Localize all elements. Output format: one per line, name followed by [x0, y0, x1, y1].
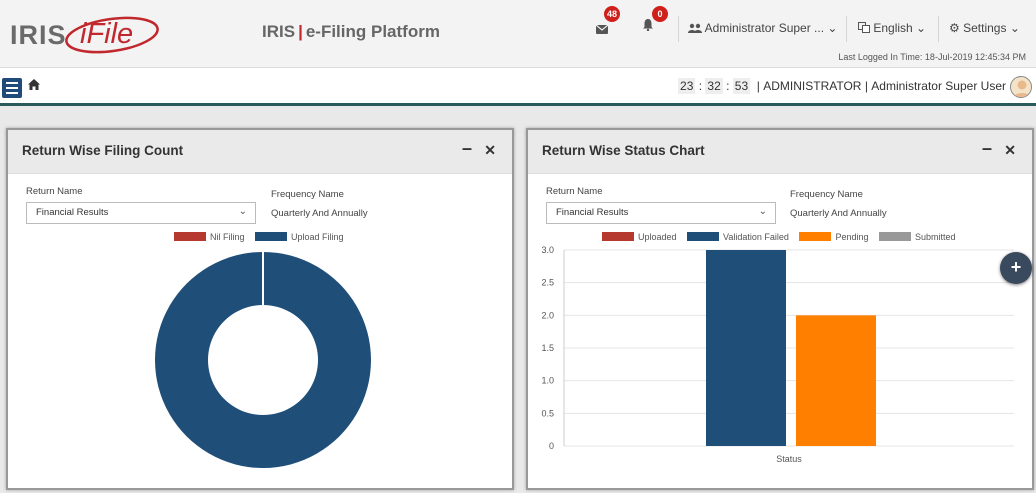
platform-iris: IRIS — [262, 22, 296, 41]
return-name-select[interactable]: Financial Results ⌄ — [26, 202, 256, 224]
frequency-name-label: Frequency Name — [271, 189, 344, 200]
settings-menu[interactable]: ⚙ Settings ⌄ — [949, 21, 1020, 35]
y-tick-label: 1.5 — [541, 343, 554, 353]
return-name-select[interactable]: Financial Results ⌄ — [546, 202, 776, 224]
top-bar: IRIS iFile IRIS | e-Filing Platform 48 0 A… — [0, 0, 1036, 68]
y-tick-label: 0.5 — [541, 408, 554, 418]
y-tick-label: 2.5 — [541, 278, 554, 288]
panel-title: Return Wise Status Chart — [542, 143, 705, 158]
chevron-down-icon: ⌄ — [827, 21, 838, 35]
language-label: English — [873, 21, 913, 35]
language-icon — [858, 22, 870, 36]
frequency-name-label: Frequency Name — [790, 189, 863, 200]
return-name-value: Financial Results — [556, 207, 629, 218]
platform-separator: | — [298, 22, 303, 41]
language-menu[interactable]: English ⌄ — [858, 21, 926, 36]
platform-title: IRIS | e-Filing Platform — [262, 22, 440, 42]
nav-bar: 23 : 32 : 53 | ADMINISTRATOR | Administr… — [0, 68, 1036, 106]
filing-count-donut-chart — [154, 252, 371, 468]
clock-hours: 23 — [678, 78, 696, 94]
bar-validation-failed[interactable] — [706, 250, 786, 446]
y-tick-label: 1.0 — [541, 376, 554, 386]
user-avatar-icon[interactable] — [1010, 76, 1032, 98]
panel-title: Return Wise Filing Count — [22, 143, 184, 158]
clock-seconds: 53 — [732, 78, 751, 94]
divider — [938, 16, 939, 42]
users-icon — [688, 22, 702, 36]
last-logged-in-time: Last Logged In Time: 18-Jul-2019 12:45:3… — [838, 52, 1026, 62]
pie-legend: Nil Filing Upload Filing — [166, 231, 344, 242]
divider — [678, 16, 679, 42]
status-chart-panel: Return Wise Status Chart – ✕ Return Name… — [526, 128, 1034, 490]
settings-label: Settings — [963, 21, 1007, 35]
platform-name: e-Filing Platform — [305, 22, 440, 41]
messages-badge: 48 — [604, 6, 620, 22]
iris-ifile-logo[interactable]: IRIS iFile — [8, 12, 160, 58]
clock-minutes: 32 — [705, 78, 723, 94]
chevron-down-icon: ⌄ — [1009, 21, 1020, 35]
return-name-value: Financial Results — [36, 207, 109, 218]
envelope-icon[interactable] — [595, 22, 609, 37]
home-icon[interactable] — [28, 79, 40, 93]
menu-icon[interactable] — [2, 78, 22, 98]
gear-icon: ⚙ — [949, 21, 960, 35]
logo-iris-text: IRIS — [10, 20, 67, 50]
bell-icon[interactable] — [643, 19, 653, 34]
minimize-icon[interactable]: – — [982, 138, 992, 159]
filing-count-panel: Return Wise Filing Count – ✕ Return Name… — [6, 128, 514, 490]
bar-pending[interactable] — [796, 315, 876, 446]
chevron-down-icon: ⌄ — [916, 21, 927, 35]
x-category-label: Status — [776, 454, 802, 464]
frequency-name-value: Quarterly And Annually — [271, 208, 368, 219]
legend-swatch-nil-filing — [174, 232, 206, 242]
y-tick-label: 2.0 — [541, 310, 554, 320]
user-menu-label: Administrator Super ... — [704, 21, 825, 35]
legend-label-nil-filing: Nil Filing — [210, 231, 245, 242]
status-bar-chart: 3.0 2.5 2.0 1.5 1.0 0.5 0 Status — [541, 245, 1014, 464]
y-tick-label: 0 — [549, 441, 554, 451]
panel-header: Return Wise Filing Count – ✕ — [8, 130, 512, 174]
plus-icon[interactable]: + — [1000, 252, 1032, 284]
chevron-down-icon: ⌄ — [238, 206, 247, 217]
legend-swatch-upload-filing — [255, 232, 288, 242]
logo-ifile-text: iFile — [80, 18, 134, 50]
chevron-down-icon: ⌄ — [758, 206, 767, 217]
return-name-label: Return Name — [546, 186, 603, 197]
return-name-label: Return Name — [26, 186, 83, 197]
close-icon[interactable]: ✕ — [1004, 142, 1016, 159]
user-menu[interactable]: Administrator Super ... ⌄ — [688, 21, 837, 36]
notifications-badge: 0 — [652, 6, 668, 22]
frequency-name-value: Quarterly And Annually — [790, 208, 887, 219]
minimize-icon[interactable]: – — [462, 138, 472, 159]
user-role: ADMINISTRATOR — [763, 79, 862, 93]
panel-header: Return Wise Status Chart – ✕ — [528, 130, 1032, 174]
legend-label-upload-filing: Upload Filing — [291, 231, 344, 242]
close-icon[interactable]: ✕ — [484, 142, 496, 159]
user-full-name: Administrator Super User — [871, 79, 1006, 93]
divider — [846, 16, 847, 42]
session-info: 23 : 32 : 53 | ADMINISTRATOR | Administr… — [678, 78, 1006, 94]
y-tick-label: 3.0 — [541, 245, 554, 255]
